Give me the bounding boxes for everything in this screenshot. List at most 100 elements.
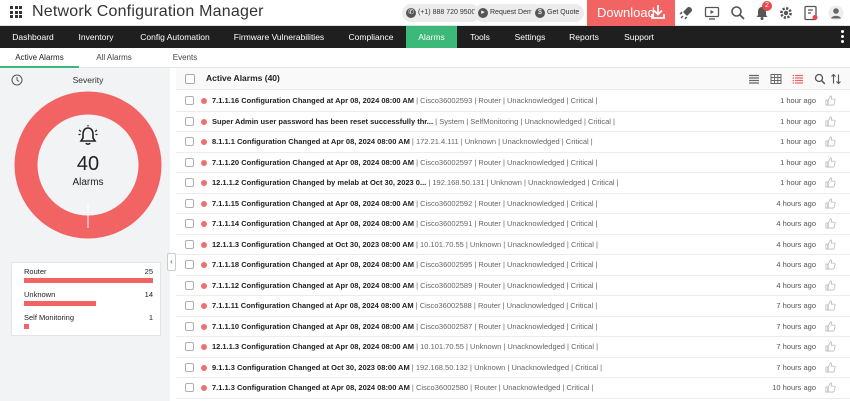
gear-icon[interactable]	[778, 5, 794, 21]
apps-grid-icon[interactable]	[10, 6, 22, 18]
alarm-row[interactable]: 7.1.1.15 Configuration Changed at Apr 08…	[176, 194, 850, 214]
nav-alarms[interactable]: Alarms	[406, 26, 457, 48]
nav-settings[interactable]: Settings	[508, 26, 552, 48]
alarm-row[interactable]: 7.1.1.11 Configuration Changed at Apr 08…	[176, 296, 850, 317]
alarm-row-message[interactable]: 12.1.1.3 Configuration Changed at Apr 08…	[212, 342, 767, 351]
severity-view-icon[interactable]	[792, 73, 804, 85]
alarm-row[interactable]: 7.1.1.18 Configuration Changed at Apr 08…	[176, 255, 850, 276]
alarm-row-message[interactable]: Super Admin user password has been reset…	[212, 117, 767, 126]
phone-pill[interactable]: ✆ (+1) 888 720 9500	[402, 4, 481, 22]
alarm-row[interactable]: 8.1.1.1 Configuration Changed at Apr 08,…	[176, 132, 850, 153]
alarm-row-message[interactable]: 8.1.1.1 Configuration Changed at Apr 08,…	[212, 137, 767, 146]
alarm-row[interactable]: 7.1.1.10 Configuration Changed at Apr 08…	[176, 317, 850, 337]
alarm-row-checkbox[interactable]	[185, 260, 194, 269]
thumbs-up-icon[interactable]	[825, 157, 836, 168]
alarm-row-checkbox[interactable]	[185, 342, 194, 351]
thumbs-up-icon[interactable]	[825, 218, 836, 229]
alarm-row[interactable]: 12.1.1.2 Configuration Changed by melab …	[176, 173, 850, 194]
alarm-row[interactable]: 7.1.1.16 Configuration Changed at Apr 08…	[176, 91, 850, 112]
alarm-row-message[interactable]: 7.1.1.20 Configuration Changed at Apr 08…	[212, 158, 767, 167]
get-quote-pill[interactable]: $ Get Quote	[531, 4, 585, 22]
severity-item[interactable]: Unknown 14	[12, 288, 160, 309]
alarm-row-checkbox[interactable]	[185, 198, 194, 208]
nav-inventory[interactable]: Inventory	[70, 26, 122, 48]
tab-all-alarms[interactable]: All Alarms	[79, 48, 149, 68]
alarm-row-checkbox[interactable]	[185, 96, 194, 105]
search-icon[interactable]	[814, 73, 826, 85]
severity-item-name: Self Monitoring	[24, 313, 75, 322]
phone-icon: ✆	[406, 8, 416, 18]
nav-reports[interactable]: Reports	[562, 26, 606, 48]
thumbs-up-icon[interactable]	[825, 95, 836, 106]
alarm-row[interactable]: 9.1.1.3 Configuration Changed at Oct 30,…	[176, 358, 850, 378]
alarm-row-message[interactable]: 7.1.1.12 Configuration Changed at Apr 08…	[212, 281, 767, 290]
thumbs-up-icon[interactable]	[825, 321, 836, 332]
select-all-checkbox[interactable]	[185, 74, 195, 84]
severity-item[interactable]: Router 25	[12, 265, 160, 286]
alarm-row-checkbox[interactable]	[185, 157, 194, 167]
alarm-row[interactable]: Super Admin user password has been reset…	[176, 112, 850, 132]
thumbs-up-icon[interactable]	[825, 136, 836, 147]
nav-tools[interactable]: Tools	[462, 26, 498, 48]
alarm-row-message[interactable]: 9.1.1.3 Configuration Changed at Oct 30,…	[212, 363, 767, 372]
alarm-row-checkbox[interactable]	[185, 280, 194, 290]
download-button[interactable]: Download	[587, 0, 675, 26]
alarm-row[interactable]: 7.1.1.20 Configuration Changed at Apr 08…	[176, 153, 850, 173]
alarm-row-checkbox[interactable]	[185, 137, 194, 146]
list-view-icon[interactable]	[748, 73, 760, 85]
alarm-row-checkbox[interactable]	[185, 178, 194, 187]
thumbs-up-icon[interactable]	[825, 382, 836, 393]
alarm-row-message[interactable]: 7.1.1.14 Configuration Changed at Apr 08…	[212, 219, 767, 228]
thumbs-up-icon[interactable]	[825, 259, 836, 270]
alarm-row[interactable]: 12.1.1.3 Configuration Changed at Oct 30…	[176, 235, 850, 255]
collapse-panel-handle[interactable]: ‹	[167, 253, 176, 271]
alarm-row[interactable]: 12.1.1.3 Configuration Changed at Apr 08…	[176, 337, 850, 358]
alarm-row[interactable]: 7.1.1.12 Configuration Changed at Apr 08…	[176, 276, 850, 296]
alarm-row-message[interactable]: 7.1.1.15 Configuration Changed at Apr 08…	[212, 199, 767, 208]
alarm-row-checkbox[interactable]	[185, 301, 194, 310]
alarm-row-message[interactable]: 7.1.1.3 Configuration Changed at Apr 08,…	[212, 383, 767, 392]
alarm-row-message[interactable]: 7.1.1.16 Configuration Changed at Apr 08…	[212, 96, 767, 105]
tab-active-alarms[interactable]: Active Alarms	[0, 48, 79, 68]
alarm-details: 192.168.50.132 | Unknown | Unacknowledge…	[415, 362, 603, 372]
nav-config-automation[interactable]: Config Automation	[132, 26, 218, 48]
alarm-row-message[interactable]: 7.1.1.11 Configuration Changed at Apr 08…	[212, 301, 767, 310]
thumbs-up-icon[interactable]	[825, 198, 836, 209]
alarm-row-message[interactable]: 12.1.1.2 Configuration Changed by melab …	[212, 178, 767, 187]
thumbs-up-icon[interactable]	[825, 300, 836, 311]
thumbs-up-icon[interactable]	[825, 116, 836, 127]
alarm-details: 192.168.50.131 | Unknown | Unacknowledge…	[432, 178, 619, 187]
alarm-row-checkbox[interactable]	[185, 219, 194, 228]
alarm-row-checkbox[interactable]	[185, 116, 194, 126]
alarm-row[interactable]: 7.1.1.3 Configuration Changed at Apr 08,…	[176, 378, 850, 399]
nav-support[interactable]: Support	[616, 26, 662, 48]
nav-firmware-vulnerabilities[interactable]: Firmware Vulnerabilities	[228, 26, 330, 48]
table-view-icon[interactable]	[770, 73, 782, 85]
alarm-row-checkbox[interactable]	[185, 362, 194, 372]
tab-events[interactable]: Events	[149, 48, 221, 68]
thumbs-up-icon[interactable]	[825, 362, 836, 373]
thumbs-up-icon[interactable]	[825, 280, 836, 291]
nav-dashboard[interactable]: Dashboard	[4, 26, 62, 48]
thumbs-up-icon[interactable]	[825, 341, 836, 352]
thumbs-up-icon[interactable]	[825, 177, 836, 188]
alarm-details: 172.21.4.111 | Unknown | Unacknowledged …	[415, 137, 593, 146]
alarm-row-checkbox[interactable]	[185, 239, 194, 249]
nav-compliance[interactable]: Compliance	[340, 26, 402, 48]
alarm-row-message[interactable]: 12.1.1.3 Configuration Changed at Oct 30…	[212, 240, 767, 249]
alarm-row[interactable]: 7.1.1.14 Configuration Changed at Apr 08…	[176, 214, 850, 235]
alarm-row-checkbox[interactable]	[185, 321, 194, 331]
search-icon[interactable]	[730, 5, 746, 21]
monitor-play-icon[interactable]	[704, 5, 720, 21]
severity-breakdown-list: Router 25 Unknown 14 Self Monitoring 1	[11, 262, 161, 336]
alarm-row-message[interactable]: 7.1.1.18 Configuration Changed at Apr 08…	[212, 260, 767, 269]
alarm-row-checkbox[interactable]	[185, 383, 194, 392]
sort-icon[interactable]	[830, 73, 842, 85]
severity-item[interactable]: Self Monitoring 1	[12, 311, 160, 332]
more-options-icon[interactable]	[841, 30, 844, 44]
thumbs-up-icon[interactable]	[825, 239, 836, 250]
user-avatar-icon[interactable]	[828, 5, 844, 21]
license-icon[interactable]	[803, 5, 819, 21]
alarm-row-message[interactable]: 7.1.1.10 Configuration Changed at Apr 08…	[212, 322, 767, 331]
rocket-icon[interactable]	[678, 5, 694, 21]
